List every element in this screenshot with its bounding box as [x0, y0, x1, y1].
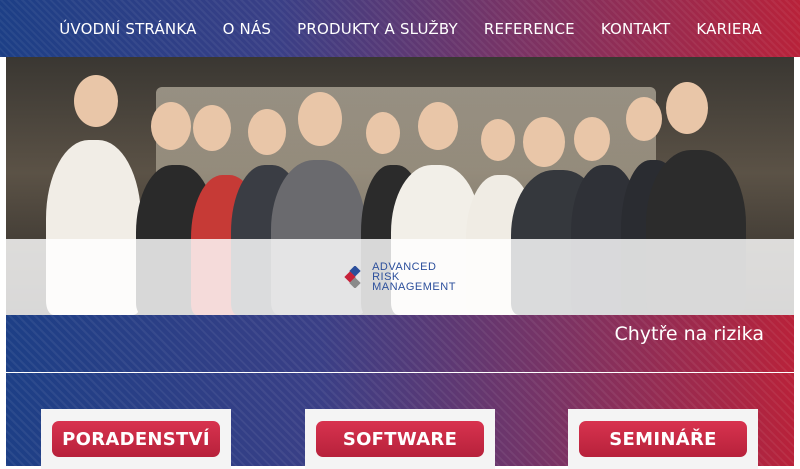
service-card-software: SOFTWARE	[305, 409, 495, 469]
consulting-button[interactable]: PORADENSTVÍ	[52, 421, 220, 457]
hero-logo-band: ADVANCED RISK MANAGEMENT	[6, 239, 794, 315]
nav-item-home[interactable]: ÚVODNÍ STRÁNKA	[59, 20, 196, 38]
arm-logo: ADVANCED RISK MANAGEMENT	[344, 262, 456, 293]
nav-item-career[interactable]: KARIERA	[696, 20, 762, 38]
nav-item-about[interactable]: O NÁS	[223, 20, 272, 38]
slogan-band: Chytře na rizika	[6, 315, 794, 373]
photo-person-head	[666, 82, 708, 134]
photo-person-head	[74, 75, 118, 127]
hero-team-photo: ADVANCED RISK MANAGEMENT	[6, 57, 794, 315]
photo-person-head	[574, 117, 610, 161]
photo-person-head	[481, 119, 515, 161]
photo-person-head	[298, 92, 342, 146]
diamond-logo-icon	[344, 266, 361, 288]
service-card-seminars: SEMINÁŘE	[568, 409, 758, 469]
photo-person-head	[523, 117, 565, 167]
nav-item-products[interactable]: PRODUKTY A SLUŽBY	[297, 20, 458, 38]
photo-person-head	[151, 102, 191, 150]
software-button[interactable]: SOFTWARE	[316, 421, 484, 457]
nav-item-contact[interactable]: KONTAKT	[601, 20, 671, 38]
nav-item-references[interactable]: REFERENCE	[484, 20, 575, 38]
photo-person-head	[366, 112, 400, 154]
photo-person-head	[626, 97, 662, 141]
photo-person-head	[248, 109, 286, 155]
slogan-text: Chytře na rizika	[614, 323, 764, 345]
logo-wordmark: ADVANCED RISK MANAGEMENT	[372, 262, 456, 293]
main-navigation: ÚVODNÍ STRÁNKA O NÁS PRODUKTY A SLUŽBY R…	[33, 0, 762, 57]
logo-line: MANAGEMENT	[372, 281, 456, 293]
top-navbar: ÚVODNÍ STRÁNKA O NÁS PRODUKTY A SLUŽBY R…	[0, 0, 800, 57]
service-card-consulting: PORADENSTVÍ	[41, 409, 231, 469]
photo-person-head	[418, 102, 458, 150]
seminars-button[interactable]: SEMINÁŘE	[579, 421, 747, 457]
photo-person-head	[193, 105, 231, 151]
